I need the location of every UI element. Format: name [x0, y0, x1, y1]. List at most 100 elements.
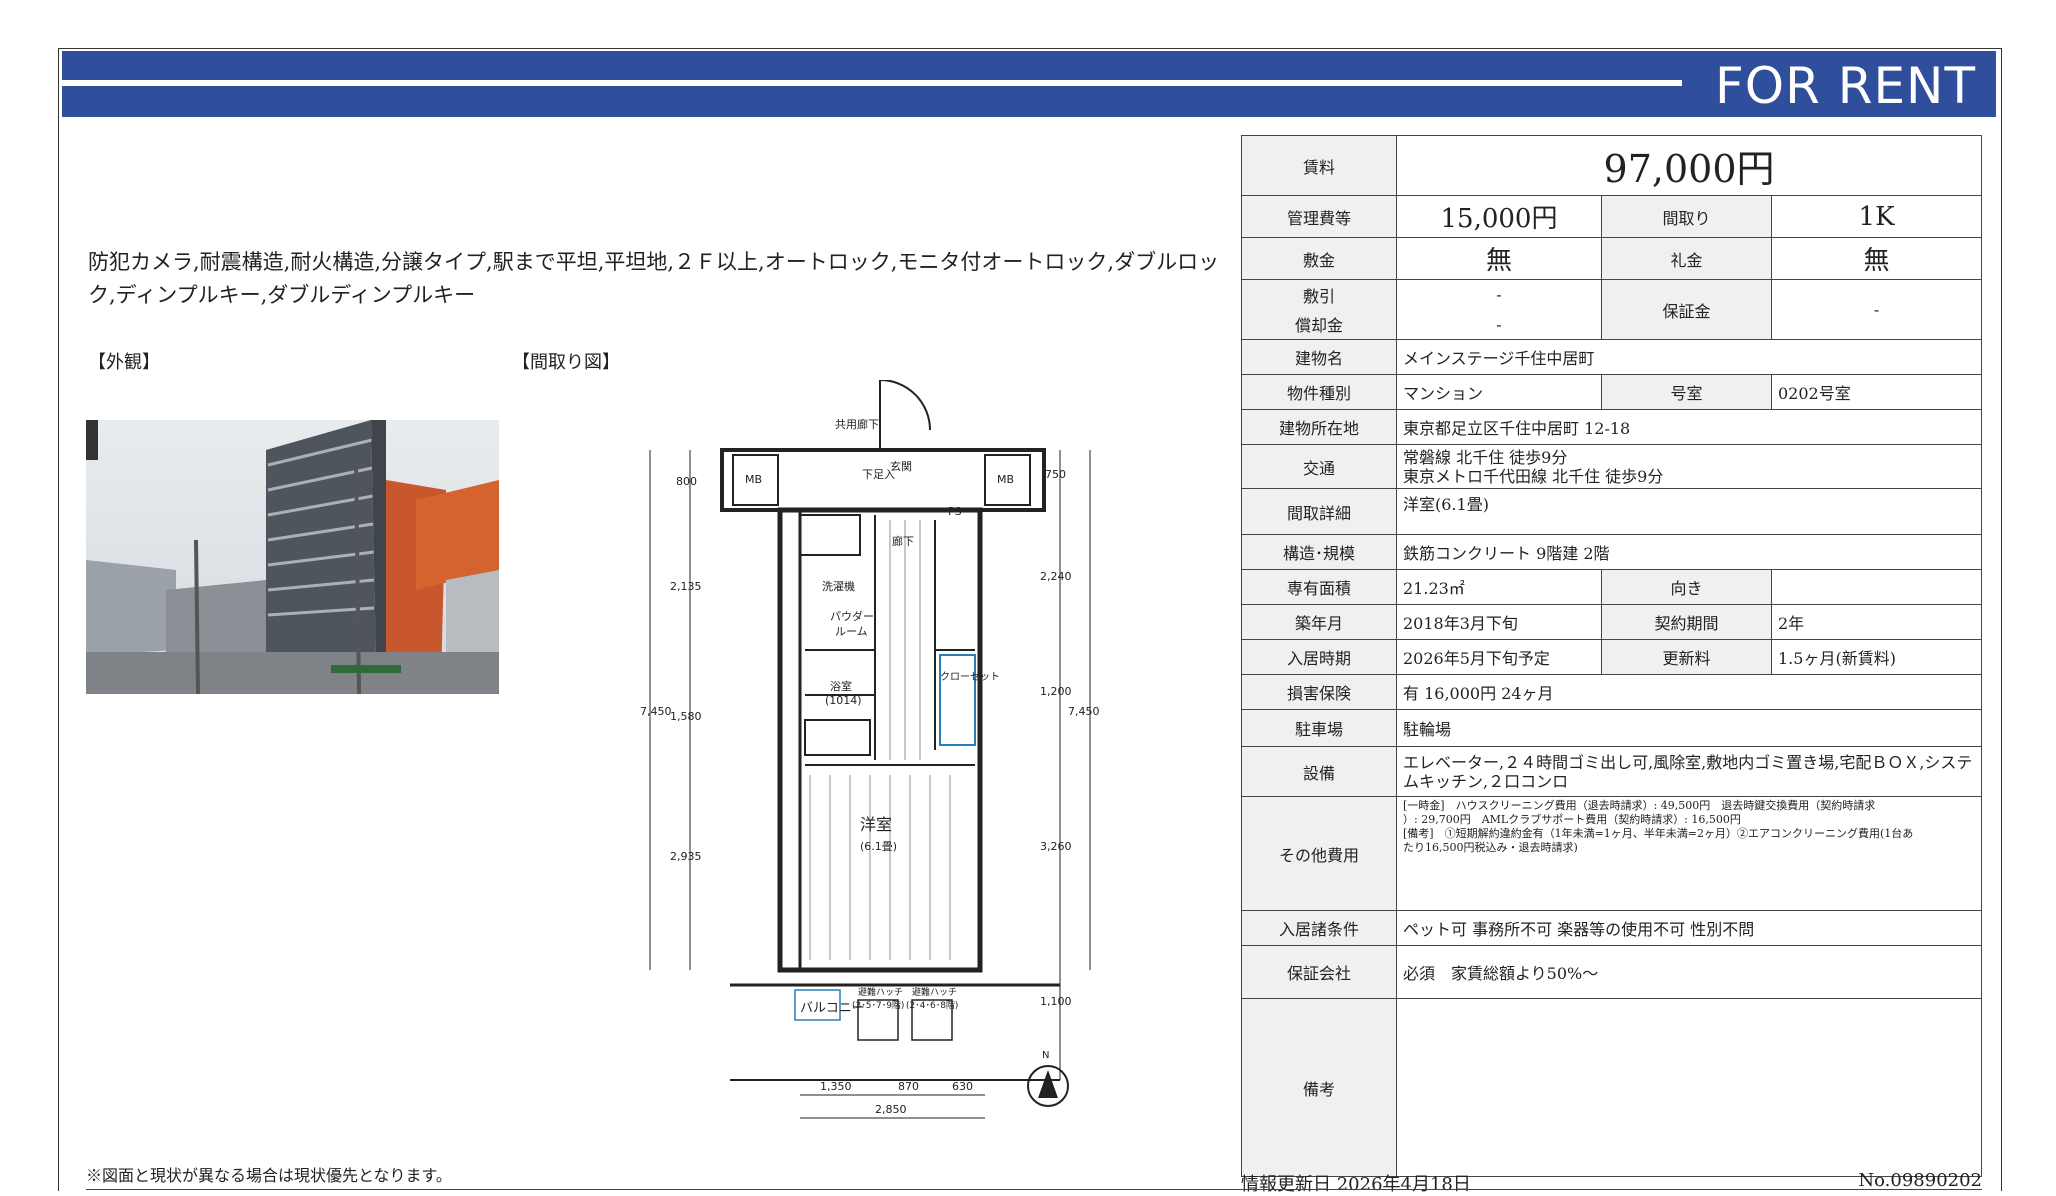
- fp-dim-left-2: 1,580: [670, 710, 702, 723]
- fp-dim-bottom-2: 630: [952, 1080, 973, 1093]
- fp-dim-left-3: 2,935: [670, 850, 702, 863]
- fp-dim-bottom-1: 870: [898, 1080, 919, 1093]
- fp-total-left: 7,450: [640, 705, 672, 718]
- parking-label: 駐車場: [1241, 709, 1397, 747]
- fp-dim-right-4: 1,100: [1040, 995, 1072, 1008]
- access-label: 交通: [1241, 444, 1397, 489]
- fp-dim-right-2: 1,200: [1040, 685, 1072, 698]
- parking-value: 駐輪場: [1395, 709, 1983, 747]
- shokyaku-value: -: [1396, 309, 1602, 340]
- floor-plan: 共用廊下 玄関 MB MB 下足入 PS 廊下 洗濯機 パウダー ルーム 浴室 …: [640, 379, 1100, 1120]
- fp-closet: クローゼット: [940, 671, 1000, 683]
- fp-corridor: 共用廊下: [835, 417, 879, 431]
- fp-hall: 廊下: [892, 534, 914, 548]
- keymoney-label: 礼金: [1601, 237, 1772, 280]
- access-line-1: 常磐線 北千住 徒歩9分: [1403, 447, 1568, 467]
- structure-value: 鉄筋コンクリート 9階建 2階: [1395, 534, 1983, 570]
- detail-label: 間取詳細: [1241, 488, 1397, 535]
- fp-dim-left-0: 800: [676, 475, 697, 488]
- building-value: メインステージ千住中居町: [1395, 339, 1983, 375]
- fp-ps: PS: [948, 505, 962, 518]
- fp-hatch2: 避難ハッチ: [912, 986, 957, 998]
- header-banner: FOR RENT: [62, 51, 1996, 117]
- deposit-label: 敷金: [1241, 237, 1397, 280]
- structure-label: 構造･規模: [1241, 534, 1397, 570]
- layout-label: 間取り: [1601, 195, 1772, 238]
- fp-laundry: 洗濯機: [822, 579, 855, 593]
- fp-shoebox: 下足入: [862, 468, 895, 481]
- detail-value: 洋室(6.1畳): [1395, 488, 1983, 535]
- fp-mb-left: MB: [745, 473, 762, 486]
- fp-total-bottom: 2,850: [875, 1103, 907, 1116]
- movein-value: 2026年5月下旬予定: [1396, 639, 1602, 675]
- built-value: 2018年3月下旬: [1396, 604, 1602, 640]
- banner-stripe: [62, 80, 1682, 86]
- type-value: マンション: [1396, 374, 1602, 410]
- area-value: 21.23㎡: [1396, 569, 1602, 605]
- deposit-value: 無: [1396, 237, 1602, 280]
- conditions-value: ペット可 事務所不可 楽器等の使用不可 性別不問: [1395, 910, 1983, 946]
- spec-table: 賃料 97,000円 管理費等 15,000円 間取り 1K 敷金 無 礼金 無…: [1241, 135, 1983, 1177]
- built-label: 築年月: [1241, 604, 1397, 640]
- area-label: 専有面積: [1241, 569, 1397, 605]
- fp-bath: 浴室: [830, 679, 852, 693]
- movein-label: 入居時期: [1241, 639, 1397, 675]
- mgmt-value: 15,000円: [1396, 195, 1602, 238]
- renewal-value: 1.5ヶ月(新賃料): [1770, 639, 1983, 675]
- fp-room: 洋室: [860, 815, 892, 834]
- shikibiki-label: 敷引: [1241, 279, 1397, 310]
- other-line-3: [備考] ①短期解約違約金有（1年未満=1ヶ月、半年未満=2ヶ月）②エアコンクリ…: [1403, 827, 1914, 840]
- document-number: No.09890202: [1858, 1170, 1982, 1191]
- exterior-label: 【外観】: [88, 352, 160, 373]
- fp-total-right: 7,450: [1068, 705, 1100, 718]
- address-label: 建物所在地: [1241, 409, 1397, 445]
- facilities-value: エレベーター,２４時間ゴミ出し可,風除室,敷地内ゴミ置き場,宅配ＢＯＸ,システム…: [1395, 746, 1983, 797]
- fp-dim-right-1: 2,240: [1040, 570, 1072, 583]
- address-value: 東京都足立区千住中居町 12-18: [1395, 409, 1983, 445]
- fp-hatch1b: (3･5･7･9階): [852, 1000, 904, 1011]
- floorplan-label: 【間取り図】: [512, 352, 620, 373]
- fp-powder1: パウダー: [830, 609, 874, 623]
- fp-hatch1: 避難ハッチ: [858, 986, 903, 998]
- fp-room-size: (6.1畳): [860, 840, 897, 853]
- company-label: 保証会社: [1241, 945, 1397, 999]
- rent-value: 97,000円: [1395, 135, 1983, 196]
- fp-north: N: [1042, 1050, 1049, 1061]
- fp-dim-right-0: 750: [1045, 468, 1066, 481]
- disclaimer: ※図面と現状が異なる場合は現状優先となります。: [86, 1166, 452, 1185]
- remarks-value: [1395, 998, 1983, 1177]
- fp-dim-right-3: 3,260: [1040, 840, 1072, 853]
- other-line-2: ）: 29,700円 AMLクラブサポート費用（契約時請求）: 16,500円: [1403, 813, 1741, 826]
- fp-powder2: ルーム: [835, 625, 868, 638]
- insurance-value: 有 16,000円 24ヶ月: [1395, 674, 1983, 710]
- access-line-2: 東京メトロ千代田線 北千住 徒歩9分: [1403, 466, 1664, 486]
- direction-label: 向き: [1601, 569, 1772, 605]
- conditions-label: 入居諸条件: [1241, 910, 1397, 946]
- direction-value: [1770, 569, 1983, 605]
- room-value: 0202号室: [1770, 374, 1983, 410]
- term-value: 2年: [1770, 604, 1983, 640]
- other-label: その他費用: [1241, 796, 1397, 911]
- guarantee-label: 保証金: [1601, 279, 1772, 340]
- shikibiki-value: -: [1396, 279, 1602, 310]
- guarantee-value: -: [1770, 279, 1983, 340]
- facilities-label: 設備: [1241, 746, 1397, 797]
- company-value: 必須 家賃総額より50%～: [1395, 945, 1983, 999]
- remarks-label: 備考: [1241, 998, 1397, 1177]
- exterior-photo: [86, 420, 499, 694]
- features-text: 防犯カメラ,耐震構造,耐火構造,分譲タイプ,駅まで平坦,平坦地,２Ｆ以上,オート…: [88, 250, 1220, 307]
- type-label: 物件種別: [1241, 374, 1397, 410]
- fp-dim-left-1: 2,135: [670, 580, 702, 593]
- keymoney-value: 無: [1770, 237, 1983, 280]
- insurance-label: 損害保険: [1241, 674, 1397, 710]
- other-line-1: [一時金] ハウスクリーニング費用（退去時請求）: 49,500円 退去時鍵交換…: [1403, 799, 1876, 812]
- banner-title: FOR RENT: [1714, 57, 1976, 115]
- fp-mb-right: MB: [997, 473, 1014, 486]
- shokyaku-label: 償却金: [1241, 309, 1397, 340]
- rent-label: 賃料: [1241, 135, 1397, 196]
- fp-bath-size: (1014): [825, 694, 862, 707]
- layout-value: 1K: [1770, 195, 1983, 238]
- term-label: 契約期間: [1601, 604, 1772, 640]
- mgmt-label: 管理費等: [1241, 195, 1397, 238]
- fp-dim-bottom-0: 1,350: [820, 1080, 852, 1093]
